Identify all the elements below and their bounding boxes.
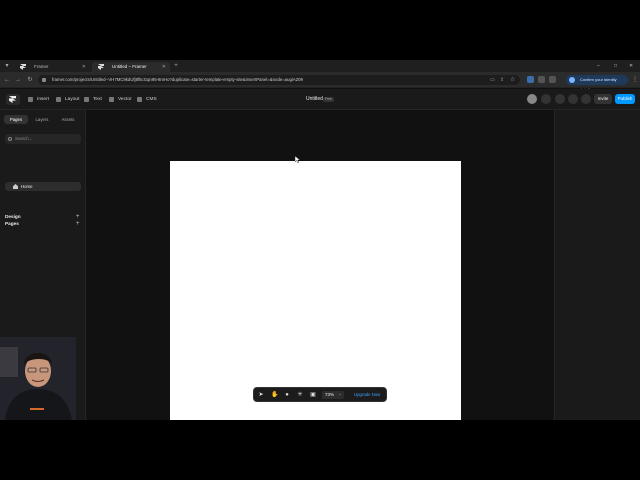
tab-framer[interactable]: Framer ✕	[14, 62, 90, 72]
cms-label: CMS	[146, 97, 157, 102]
extension-icon[interactable]	[527, 76, 534, 83]
app-toolbar: Insert Layout Text Vector CMS Untitled F…	[0, 89, 640, 110]
settings-icon[interactable]	[555, 94, 565, 104]
tab-label: Framer	[34, 64, 49, 69]
minimize-button[interactable]: –	[597, 60, 600, 72]
cms-button[interactable]: CMS	[137, 94, 157, 105]
framer-logo-icon	[20, 64, 26, 70]
layout-label: Layout	[65, 97, 80, 102]
comment-tool-icon[interactable]: ●	[284, 392, 290, 398]
tab-assets[interactable]: Assets	[56, 115, 80, 124]
upgrade-now-link[interactable]: Upgrade Now	[354, 391, 380, 399]
extension-icon[interactable]	[538, 76, 545, 83]
tab-pages[interactable]: Pages	[4, 115, 28, 124]
bookmark-star-icon[interactable]: ☆	[510, 76, 515, 83]
search-icon	[8, 137, 12, 141]
puzzle-icon[interactable]	[549, 76, 556, 83]
address-bar[interactable]: framer.com/projects/Untitled--VH7MC9kdUf…	[38, 75, 520, 85]
new-tab-icon[interactable]: +	[171, 61, 181, 71]
pages-section-header[interactable]: Pages	[5, 220, 19, 228]
plan-badge: Free	[323, 97, 334, 102]
close-window-button[interactable]: ✕	[629, 60, 633, 72]
page-item-home[interactable]: Home	[5, 182, 81, 191]
publish-button[interactable]: Publish	[615, 94, 635, 104]
cms-icon	[137, 97, 142, 102]
framer-logo-icon	[98, 64, 104, 70]
sun-icon[interactable]: ✳	[297, 392, 303, 398]
close-icon[interactable]: ✕	[82, 62, 86, 72]
presenter-video	[0, 337, 76, 420]
project-title[interactable]: Untitled	[306, 94, 323, 105]
invite-button[interactable]: Invite	[594, 94, 612, 104]
vector-button[interactable]: Vector	[109, 94, 132, 105]
search-placeholder: Search...	[15, 136, 33, 141]
mouse-cursor-icon	[295, 156, 300, 163]
select-tool-icon[interactable]: ➤	[258, 392, 264, 398]
home-icon	[13, 184, 18, 189]
maximize-button[interactable]: □	[614, 60, 617, 72]
vector-label: Vector	[118, 97, 132, 102]
search-input[interactable]: Search...	[5, 134, 81, 144]
bottom-toolbar: ➤ ✋ ● ✳ ▣ 73% ⌄ Upgrade Now	[253, 387, 387, 402]
tab-strip: ▾ Framer ✕ Untitled – Framer ✕ + – □ ✕	[0, 60, 640, 72]
tab-label: Untitled – Framer	[112, 64, 147, 69]
cast-icon[interactable]: ▭	[490, 77, 495, 83]
insert-label: Insert	[37, 97, 49, 102]
close-icon[interactable]: ✕	[162, 62, 166, 72]
preview-play-icon[interactable]	[581, 94, 591, 104]
profile-avatar-icon	[569, 77, 575, 83]
insert-icon	[28, 97, 33, 102]
hand-tool-icon[interactable]: ✋	[271, 392, 278, 398]
url-text[interactable]: framer.com/projects/Untitled--VH7MC9kdUf…	[52, 75, 303, 85]
zoom-select[interactable]: 73% ⌄	[322, 391, 344, 399]
analytics-icon[interactable]	[568, 94, 578, 104]
framer-menu-button[interactable]	[6, 94, 20, 105]
framer-logo-icon	[9, 96, 16, 103]
text-label: Text	[93, 97, 102, 102]
grid-icon[interactable]: ▣	[310, 392, 316, 398]
layout-icon	[56, 97, 61, 102]
help-icon[interactable]	[541, 94, 551, 104]
desktop-frame[interactable]	[170, 161, 461, 420]
avatar[interactable]	[527, 94, 537, 104]
tab-search-icon[interactable]: ▾	[2, 61, 12, 71]
reload-icon[interactable]: ↻	[25, 75, 35, 85]
share-icon[interactable]: ⇪	[500, 77, 504, 83]
insert-button[interactable]: Insert	[28, 94, 49, 105]
vector-icon	[109, 97, 114, 102]
page-label: Home	[21, 184, 33, 189]
browser-menu-icon[interactable]: ⋮	[630, 75, 640, 85]
add-page-icon[interactable]: +	[76, 220, 80, 228]
right-panel	[554, 110, 640, 420]
profile-chip[interactable]: Confirm your identity details	[566, 75, 628, 92]
site-info-icon[interactable]	[42, 78, 46, 82]
back-icon[interactable]: ←	[2, 75, 12, 85]
tab-untitled-framer[interactable]: Untitled – Framer ✕	[92, 62, 170, 72]
canvas[interactable]	[86, 110, 554, 420]
chevron-down-icon: ⌄	[338, 391, 342, 396]
tab-layers[interactable]: Layers	[30, 115, 54, 124]
browser-window: ▾ Framer ✕ Untitled – Framer ✕ + – □ ✕ ←…	[0, 60, 640, 420]
forward-icon[interactable]: →	[13, 75, 23, 85]
panel-tabs: Pages Layers Assets	[4, 115, 82, 124]
layout-button[interactable]: Layout	[56, 94, 79, 105]
address-bar-row: ← → ↻ framer.com/projects/Untitled--VH7M…	[0, 72, 640, 92]
zoom-value: 73%	[325, 392, 335, 397]
text-button[interactable]: Text	[84, 94, 102, 105]
text-icon	[84, 97, 89, 102]
webcam-overlay	[0, 337, 76, 420]
